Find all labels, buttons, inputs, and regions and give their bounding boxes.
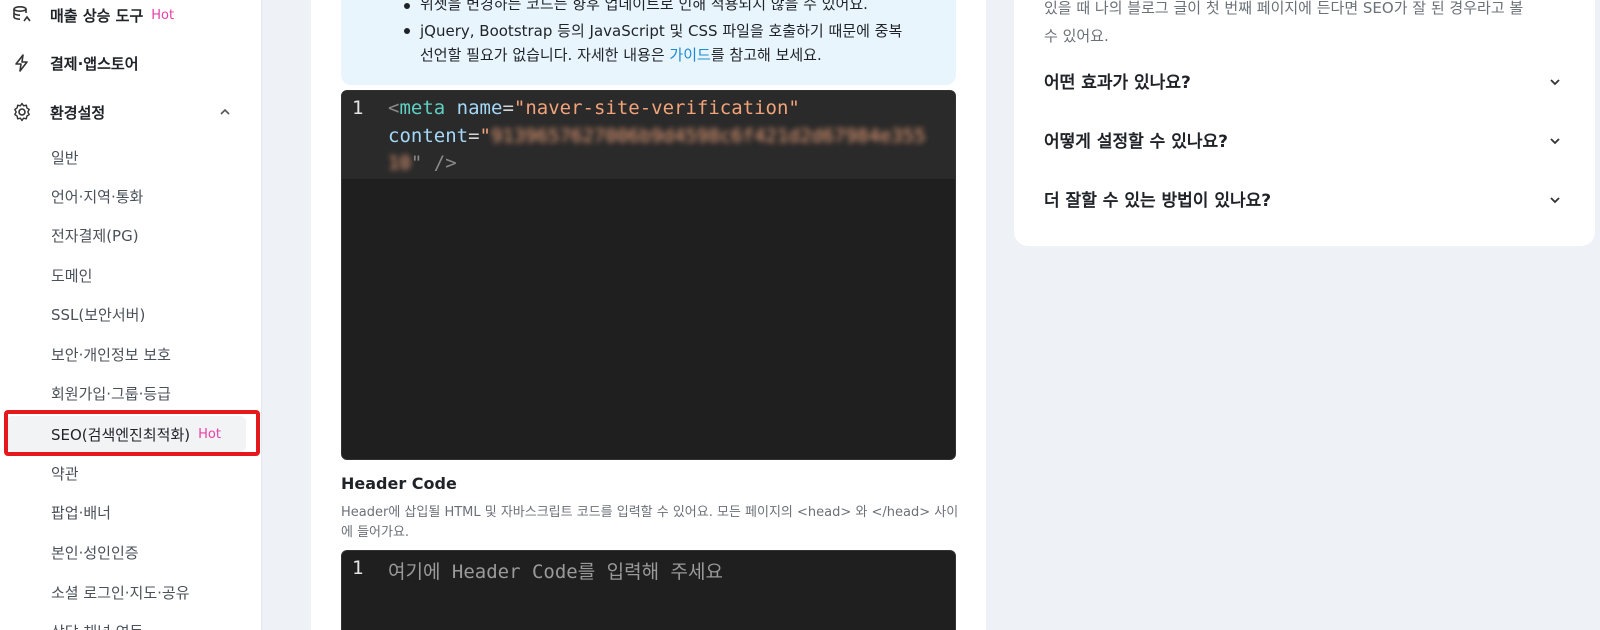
sidebar-item-label: 본인·성인인증 <box>51 543 139 562</box>
bullet-dot <box>404 28 410 34</box>
sidebar-item-label: 보안·개인정보 보호 <box>51 345 171 364</box>
sidebar-item-label: 도메인 <box>51 266 93 285</box>
sidebar-item-label: 일반 <box>51 148 79 167</box>
code-editor[interactable]: 1 <meta name="naver-site-verification" c… <box>341 90 956 460</box>
sidebar-item-label: 언어·지역·통화 <box>51 187 144 206</box>
lightning-icon <box>12 53 32 73</box>
sidebar-item-label: 팝업·배너 <box>51 503 111 522</box>
faq-intro: 있을 때 나의 블로그 글이 첫 번째 페이지에 든다면 SEO가 잘 된 경우… <box>1044 0 1564 50</box>
sidebar-item-verification[interactable]: 본인·성인인증 <box>6 534 246 570</box>
code-placeholder: 여기에 Header Code를 입력해 주세요 <box>388 561 723 583</box>
chevron-up-icon[interactable] <box>218 104 232 118</box>
faq-question[interactable]: 더 잘할 수 있는 방법이 있나요? <box>1044 186 1271 211</box>
header-code-editor[interactable]: 1 여기에 Header Code를 입력해 주세요 <box>341 550 956 630</box>
faq-question[interactable]: 어떤 효과가 있나요? <box>1044 68 1191 93</box>
chevron-down-icon[interactable] <box>1548 74 1562 88</box>
sales-tool-icon <box>12 5 32 25</box>
code-line: content="9139657627006b9d4598c6f421d2d67… <box>388 125 926 147</box>
code-token: meta <box>399 97 446 119</box>
sidebar-item-label: SSL(보안서버) <box>51 305 146 324</box>
info-bullet: 위젯을 변경하는 코드는 향후 업데이트로 인해 적용되지 않을 수 있어요. <box>420 0 868 13</box>
code-token: " /> <box>410 152 457 174</box>
sidebar-item-language[interactable]: 언어·지역·통화 <box>6 178 246 214</box>
sidebar-item-popup[interactable]: 팝업·배너 <box>6 494 246 530</box>
sidebar-item-label: 약관 <box>51 464 79 483</box>
sidebar-item-security[interactable]: 보안·개인정보 보호 <box>6 336 246 372</box>
sidebar-item-label: 환경설정 <box>50 103 106 122</box>
sidebar-item-label: 결제·앱스토어 <box>50 54 139 73</box>
faq-intro-line: 있을 때 나의 블로그 글이 첫 번째 페이지에 든다면 SEO가 잘 된 경우… <box>1044 0 1524 17</box>
faq-intro-line: 수 있어요. <box>1044 27 1109 45</box>
sidebar-item-payment[interactable]: 결제·앱스토어 <box>12 48 139 78</box>
sidebar: 매출 상승 도구 Hot 결제·앱스토어 환경설정 일반 언어·지역·통화 전자… <box>0 0 262 630</box>
gear-icon <box>12 102 32 122</box>
highlight-annotation <box>4 410 260 456</box>
blurred-token: 9139657627006b9d4598c6f421d2d67984e355 <box>490 125 926 147</box>
code-token: content <box>388 125 469 147</box>
header-code-title: Header Code <box>341 474 457 493</box>
sidebar-item-label: 상담 채널 연동 <box>51 621 143 630</box>
header-code-description: Header에 삽입될 HTML 및 자바스크립트 코드를 입력할 수 있어요.… <box>341 505 959 540</box>
line-number: 1 <box>352 97 364 119</box>
sidebar-item-pg[interactable]: 전자결제(PG) <box>6 217 246 253</box>
blurred-token: 10 <box>388 152 411 174</box>
info-text: 선언할 필요가 없습니다. 자세한 내용은 <box>420 46 670 64</box>
code-token: = <box>502 97 514 119</box>
code-line: 10" /> <box>388 152 457 174</box>
faq-question[interactable]: 어떻게 설정할 수 있나요? <box>1044 127 1228 152</box>
sidebar-item-domain[interactable]: 도메인 <box>6 257 246 293</box>
code-token: name <box>456 97 503 119</box>
sidebar-item-membership[interactable]: 회원가입·그룹·등급 <box>6 375 246 411</box>
bullet-dot <box>404 3 410 9</box>
sidebar-item-ssl[interactable]: SSL(보안서버) <box>6 296 246 332</box>
info-text: 를 참고해 보세요. <box>710 46 822 64</box>
sidebar-item-social[interactable]: 소셜 로그인·지도·공유 <box>6 574 246 610</box>
sidebar-item-label: 매출 상승 도구 <box>50 6 144 25</box>
sidebar-item-label: 전자결제(PG) <box>51 226 139 245</box>
sidebar-item-sales-tool[interactable]: 매출 상승 도구 Hot <box>12 0 174 30</box>
sidebar-item-label: 회원가입·그룹·등급 <box>51 384 171 403</box>
line-number: 1 <box>352 557 364 579</box>
chevron-down-icon[interactable] <box>1548 192 1562 206</box>
code-token: = <box>468 125 480 147</box>
sidebar-item-general[interactable]: 일반 <box>6 139 246 175</box>
sidebar-item-terms[interactable]: 약관 <box>6 455 246 491</box>
hot-badge: Hot <box>151 7 175 23</box>
code-token: " <box>479 125 491 147</box>
code-line: <meta name="naver-site-verification" <box>388 97 800 119</box>
sidebar-item-label: 소셜 로그인·지도·공유 <box>51 583 190 602</box>
guide-link[interactable]: 가이드 <box>669 46 710 64</box>
sidebar-item-settings[interactable]: 환경설정 <box>12 97 105 127</box>
code-token: < <box>388 97 400 119</box>
sidebar-item-consult[interactable]: 상담 채널 연동 <box>6 613 246 630</box>
code-token: "naver-site-verification" <box>513 97 800 119</box>
chevron-down-icon[interactable] <box>1548 133 1562 147</box>
info-bullet-line: 선언할 필요가 없습니다. 자세한 내용은 가이드를 참고해 보세요. <box>420 41 822 69</box>
